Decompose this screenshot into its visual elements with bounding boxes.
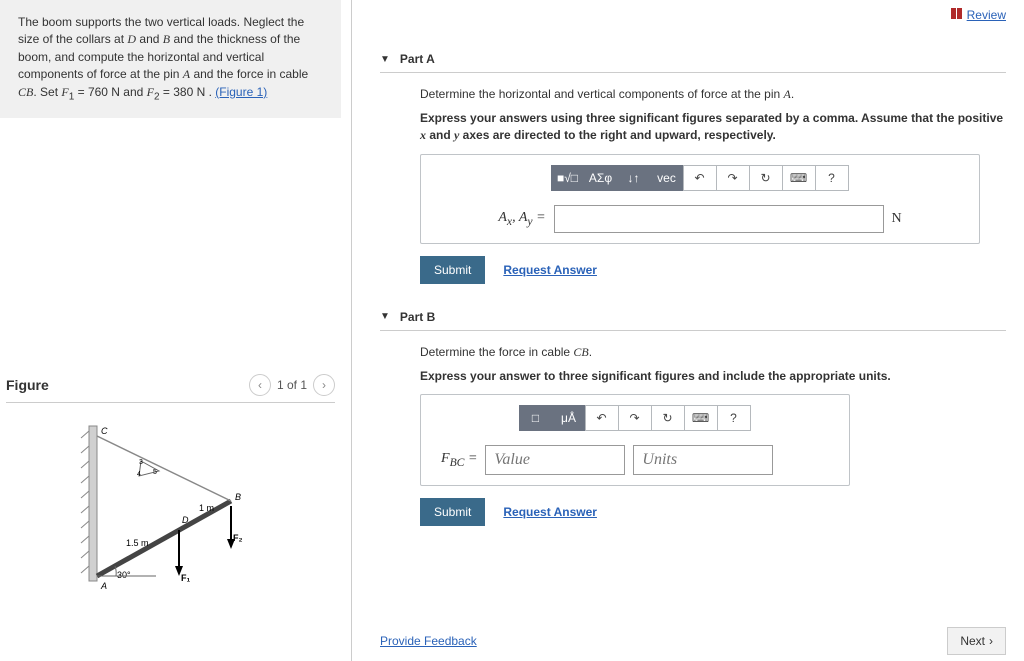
figure-next-button[interactable]: › xyxy=(313,374,335,396)
part-a-submit-row: Submit Request Answer xyxy=(420,256,1006,284)
part-a-answer-box: ■√□ ΑΣφ ↓↑ vec ↶ ↷ ↻ ⌨ ? Ax, Ay = N xyxy=(420,154,980,244)
caret-down-icon: ▼ xyxy=(380,311,390,322)
templates-button[interactable]: ■√□ xyxy=(551,165,585,191)
undo-button[interactable]: ↶ xyxy=(683,165,717,191)
svg-text:4: 4 xyxy=(137,471,141,478)
part-b-label: Part B xyxy=(400,310,435,324)
keyboard-button[interactable]: ⌨ xyxy=(684,405,718,431)
part-a: ▼ Part A Determine the horizontal and ve… xyxy=(380,46,1006,284)
part-b-submit-button[interactable]: Submit xyxy=(420,498,485,526)
vec-button[interactable]: vec xyxy=(650,165,684,191)
part-b-value-input[interactable] xyxy=(485,445,625,475)
part-b-request-answer[interactable]: Request Answer xyxy=(503,505,597,519)
review-link[interactable]: Review xyxy=(380,8,1006,22)
svg-text:1 m: 1 m xyxy=(199,503,214,513)
provide-feedback-link[interactable]: Provide Feedback xyxy=(380,634,477,648)
part-a-answer-input[interactable] xyxy=(554,205,884,233)
part-b-answer-box: □ μÅ ↶ ↷ ↻ ⌨ ? FBC = xyxy=(420,394,850,486)
svg-text:C: C xyxy=(101,426,108,436)
svg-text:A: A xyxy=(100,581,107,591)
caret-down-icon: ▼ xyxy=(380,54,390,65)
bottom-bar: Provide Feedback Next› xyxy=(380,627,1006,655)
figure-nav: ‹ 1 of 1 › xyxy=(249,374,335,396)
problem-statement: The boom supports the two vertical loads… xyxy=(0,0,341,118)
part-a-var-label: Ax, Ay = xyxy=(498,210,545,228)
svg-text:3: 3 xyxy=(139,459,143,466)
scripts-button[interactable]: ↓↑ xyxy=(617,165,651,191)
chevron-right-icon: › xyxy=(989,634,993,648)
flag-icon xyxy=(951,8,963,22)
next-button[interactable]: Next› xyxy=(947,627,1006,655)
part-a-header[interactable]: ▼ Part A xyxy=(380,46,1006,73)
help-button[interactable]: ? xyxy=(815,165,849,191)
figure-diagram: C B D A F₁ F₂ 1 m 1.5 m 30° 3 5 4 xyxy=(6,413,335,593)
svg-text:B: B xyxy=(235,492,241,502)
part-a-toolbar: ■√□ ΑΣφ ↓↑ vec ↶ ↷ ↻ ⌨ ? xyxy=(431,165,969,191)
part-b-question: Determine the force in cable CB. xyxy=(420,345,1006,360)
part-b-header[interactable]: ▼ Part B xyxy=(380,304,1006,331)
part-a-question: Determine the horizontal and vertical co… xyxy=(420,87,1006,102)
part-b: ▼ Part B Determine the force in cable CB… xyxy=(380,304,1006,527)
svg-text:30°: 30° xyxy=(117,570,131,580)
part-b-var-label: FBC = xyxy=(441,451,477,469)
svg-text:1.5 m: 1.5 m xyxy=(126,538,149,548)
part-b-toolbar: □ μÅ ↶ ↷ ↻ ⌨ ? xyxy=(431,405,839,431)
redo-button[interactable]: ↷ xyxy=(618,405,652,431)
part-a-submit-button[interactable]: Submit xyxy=(420,256,485,284)
part-a-request-answer[interactable]: Request Answer xyxy=(503,263,597,277)
templates-button[interactable]: □ xyxy=(519,405,553,431)
figure-link[interactable]: (Figure 1) xyxy=(215,85,267,99)
figure-title: Figure xyxy=(6,377,49,393)
svg-text:5: 5 xyxy=(153,469,157,476)
figure-count: 1 of 1 xyxy=(277,378,307,392)
units-symbol-button[interactable]: μÅ xyxy=(552,405,586,431)
part-a-instruction: Express your answers using three signifi… xyxy=(420,110,1006,144)
svg-text:F₂: F₂ xyxy=(233,533,243,543)
right-panel: Review ▼ Part A Determine the horizontal… xyxy=(352,0,1024,661)
keyboard-button[interactable]: ⌨ xyxy=(782,165,816,191)
left-panel: The boom supports the two vertical loads… xyxy=(0,0,352,661)
part-a-unit: N xyxy=(892,211,902,227)
figure-section: Figure ‹ 1 of 1 › xyxy=(0,368,341,593)
svg-text:F₁: F₁ xyxy=(181,573,190,583)
undo-button[interactable]: ↶ xyxy=(585,405,619,431)
reset-button[interactable]: ↻ xyxy=(651,405,685,431)
figure-header: Figure ‹ 1 of 1 › xyxy=(6,368,335,403)
svg-text:D: D xyxy=(182,515,189,525)
part-b-instruction: Express your answer to three significant… xyxy=(420,368,1006,385)
part-b-submit-row: Submit Request Answer xyxy=(420,498,1006,526)
reset-button[interactable]: ↻ xyxy=(749,165,783,191)
part-a-label: Part A xyxy=(400,52,435,66)
part-b-units-input[interactable] xyxy=(633,445,773,475)
symbols-button[interactable]: ΑΣφ xyxy=(584,165,618,191)
help-button[interactable]: ? xyxy=(717,405,751,431)
figure-prev-button[interactable]: ‹ xyxy=(249,374,271,396)
part-b-input-row: FBC = xyxy=(431,445,839,475)
redo-button[interactable]: ↷ xyxy=(716,165,750,191)
part-a-input-row: Ax, Ay = N xyxy=(431,205,969,233)
